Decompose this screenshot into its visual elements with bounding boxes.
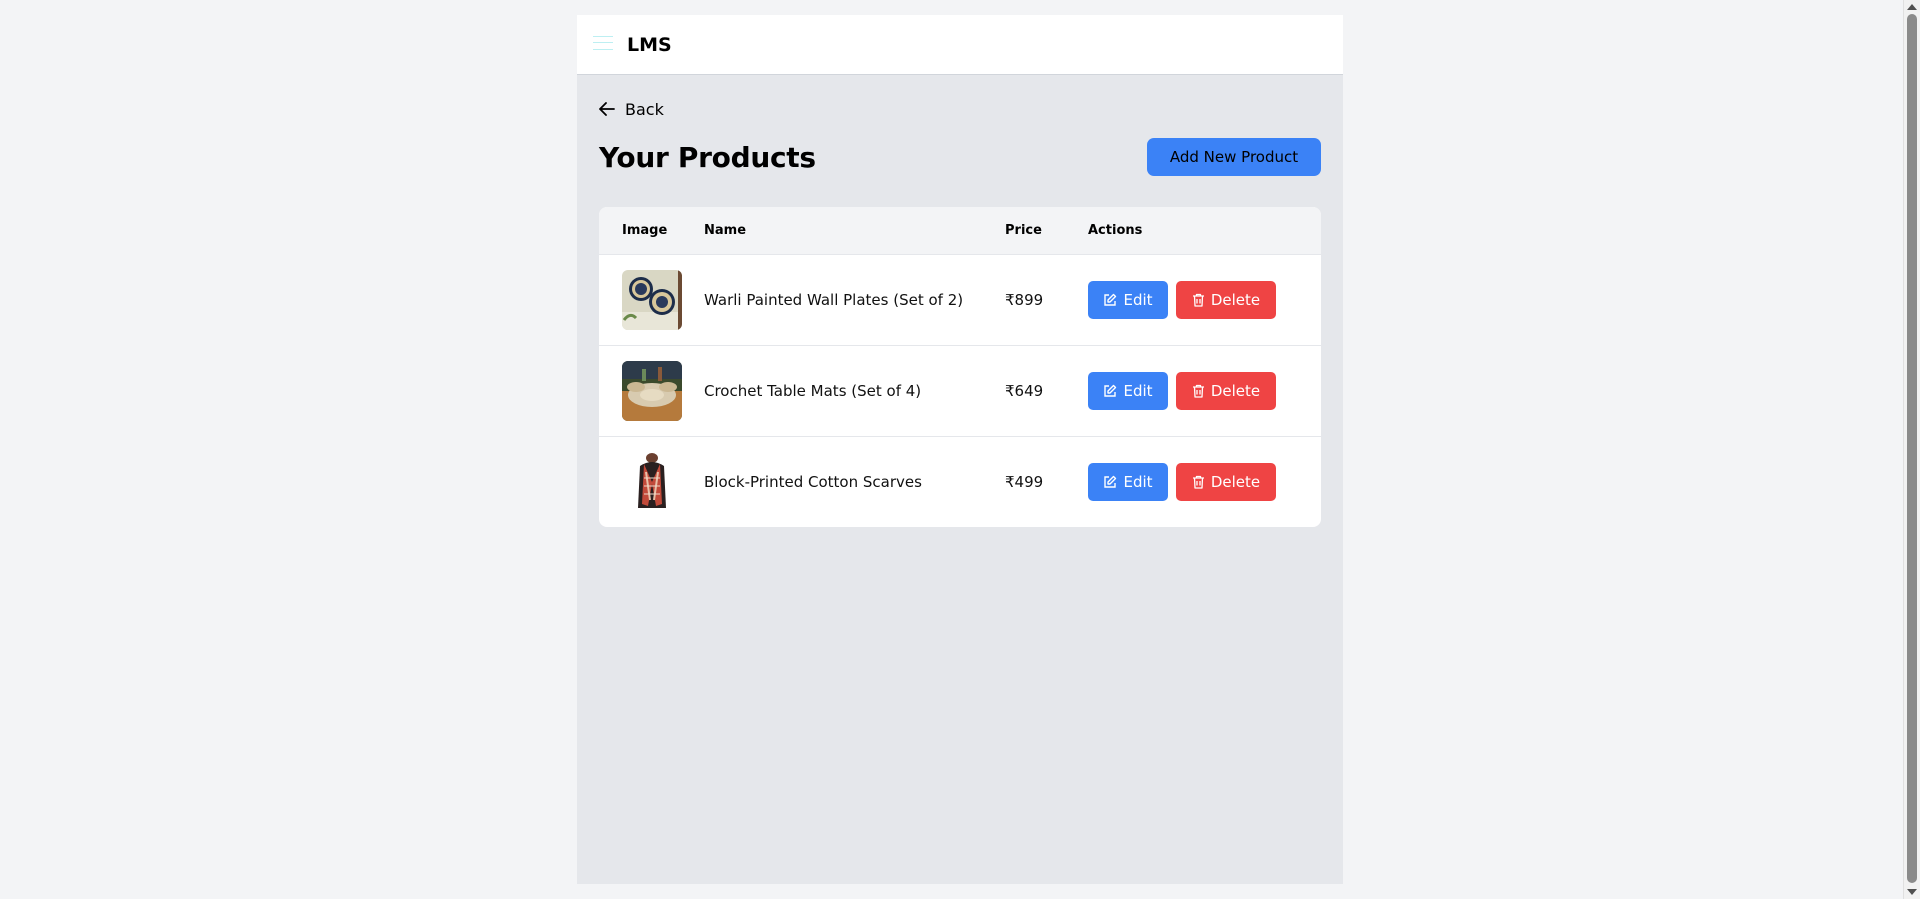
edit-label: Edit xyxy=(1123,290,1153,309)
edit-icon xyxy=(1104,293,1117,306)
back-link[interactable]: Back xyxy=(599,99,664,119)
edit-button[interactable]: Edit xyxy=(1088,462,1168,501)
delete-label: Delete xyxy=(1210,472,1261,491)
delete-button[interactable]: Delete xyxy=(1176,462,1276,501)
column-header-image: Image xyxy=(622,222,668,238)
back-label: Back xyxy=(625,99,664,119)
edit-button[interactable]: Edit xyxy=(1088,371,1168,410)
product-thumbnail xyxy=(622,360,682,421)
app-container: LMS Back Your Products Add New Product I… xyxy=(577,15,1343,884)
arrow-left-icon xyxy=(599,102,615,116)
product-name: Block-Printed Cotton Scarves xyxy=(704,472,922,491)
trash-icon xyxy=(1192,293,1204,307)
table-row: Crochet Table Mats (Set of 4) ₹649 Edit xyxy=(599,345,1321,436)
scrollbar-thumb[interactable] xyxy=(1907,14,1917,883)
product-price: ₹649 xyxy=(1005,381,1044,400)
edit-label: Edit xyxy=(1123,381,1153,400)
edit-button[interactable]: Edit xyxy=(1088,280,1168,319)
edit-label: Edit xyxy=(1123,472,1153,491)
column-header-actions: Actions xyxy=(1088,222,1143,238)
product-name: Crochet Table Mats (Set of 4) xyxy=(704,381,922,400)
delete-label: Delete xyxy=(1210,290,1261,309)
products-table-card: Image Name Price Actions Warli Painted W… xyxy=(599,207,1321,527)
window-scrollbar[interactable] xyxy=(1903,0,1920,899)
product-thumbnail xyxy=(622,451,682,512)
row-actions: Edit Delete xyxy=(1088,280,1321,319)
trash-icon xyxy=(1192,475,1204,489)
trash-icon xyxy=(1192,384,1204,398)
hamburger-icon[interactable] xyxy=(593,35,613,50)
product-name: Warli Painted Wall Plates (Set of 2) xyxy=(704,290,964,309)
table-row: Warli Painted Wall Plates (Set of 2) ₹89… xyxy=(599,254,1321,345)
brand-title: LMS xyxy=(627,33,672,56)
scroll-down-arrow-icon[interactable] xyxy=(1907,889,1917,895)
row-actions: Edit Delete xyxy=(1088,462,1321,501)
title-row: Your Products Add New Product xyxy=(599,137,1321,177)
table-row: Block-Printed Cotton Scarves ₹499 Edit D… xyxy=(599,436,1321,527)
scroll-up-arrow-icon[interactable] xyxy=(1907,4,1917,10)
products-table: Image Name Price Actions Warli Painted W… xyxy=(599,207,1321,527)
row-actions: Edit Delete xyxy=(1088,371,1321,410)
add-new-product-button[interactable]: Add New Product xyxy=(1147,138,1321,176)
delete-button[interactable]: Delete xyxy=(1176,371,1276,410)
page-title: Your Products xyxy=(599,140,816,174)
delete-label: Delete xyxy=(1210,381,1261,400)
product-price: ₹499 xyxy=(1005,472,1044,491)
delete-button[interactable]: Delete xyxy=(1176,280,1276,319)
edit-icon xyxy=(1104,384,1117,397)
product-price: ₹899 xyxy=(1005,290,1044,309)
top-bar: LMS xyxy=(577,15,1343,75)
column-header-name: Name xyxy=(704,222,747,238)
product-thumbnail xyxy=(622,269,682,330)
column-header-price: Price xyxy=(1005,222,1042,238)
table-header-row: Image Name Price Actions xyxy=(599,207,1321,254)
edit-icon xyxy=(1104,475,1117,488)
main-content: Back Your Products Add New Product Image… xyxy=(577,75,1343,527)
